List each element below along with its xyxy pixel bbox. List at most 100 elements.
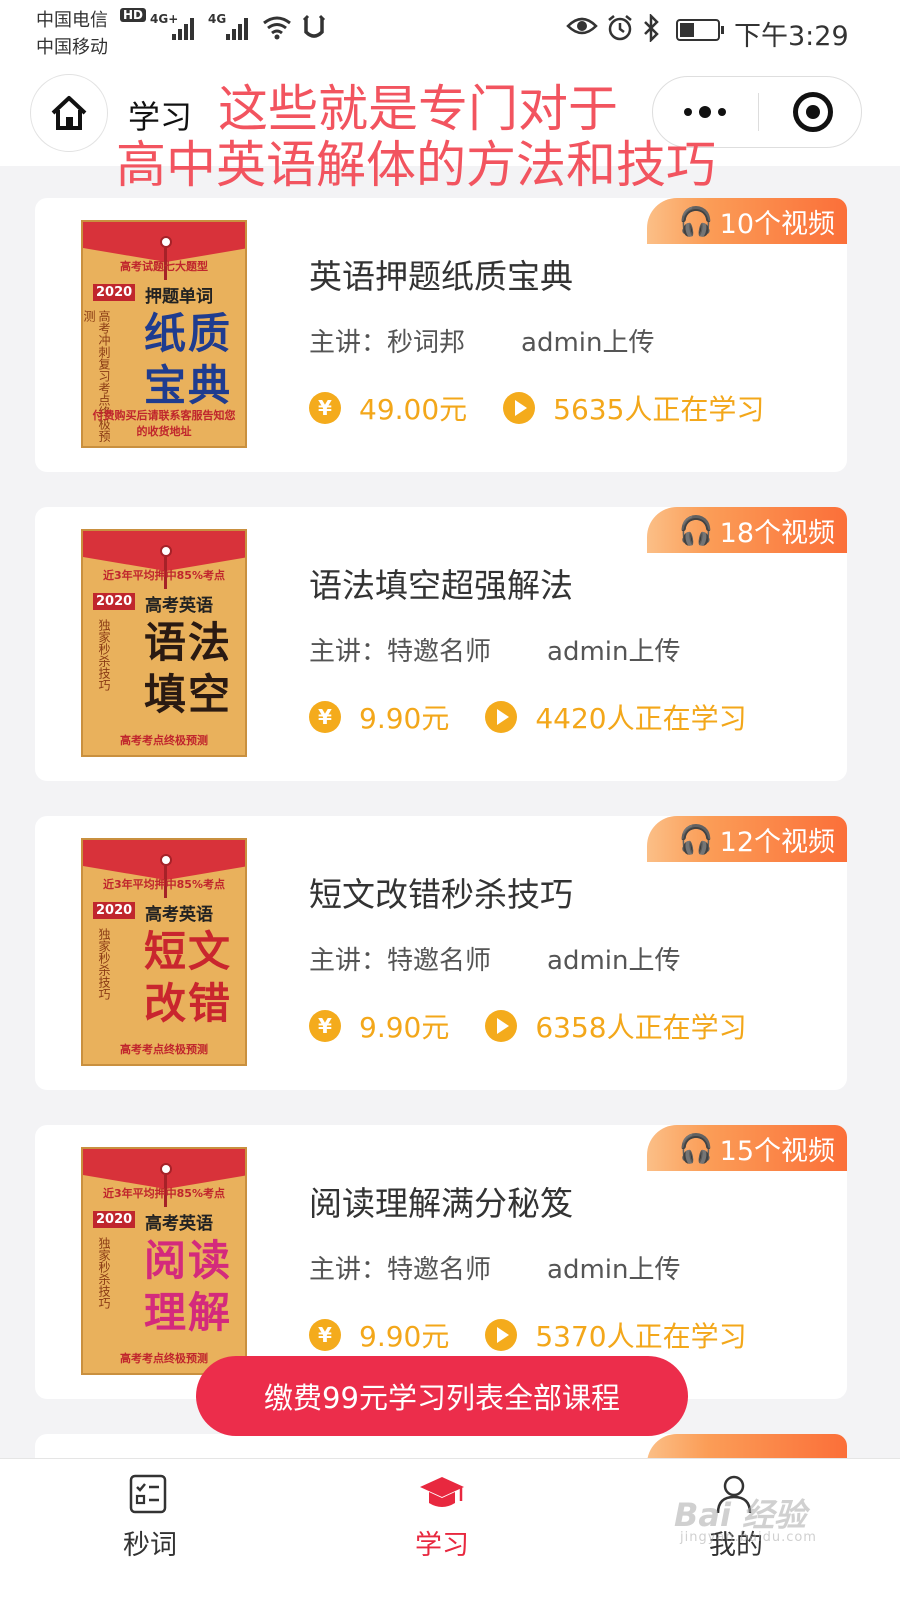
- video-count-badge: 🎧 18个视频: [647, 507, 847, 553]
- play-icon: [485, 1319, 518, 1351]
- course-learners: 5370人正在学习: [535, 1320, 747, 1353]
- cover-big-line: 纸质: [143, 309, 232, 358]
- video-count-badge: 🎧 12个视频: [647, 816, 847, 862]
- tab-label: 秒词: [123, 1530, 177, 1561]
- course-stats: ¥ 9.90元 5370人正在学习: [309, 1315, 747, 1355]
- pay-all-courses-button[interactable]: 缴费99元学习列表全部课程: [196, 1356, 688, 1436]
- course-cover-image[interactable]: 近3年平均押中85%考点 2020 高考英语 独家秒杀技巧 语法 填空 高考考点…: [81, 529, 247, 757]
- cover-subtitle: 高考英语: [145, 905, 213, 925]
- cover-vertical-text: 独家秒杀技巧: [97, 1237, 111, 1309]
- yen-icon: ¥: [309, 1010, 341, 1042]
- checklist-icon: [129, 1474, 167, 1514]
- annotation-line-1: 这些就是专门对于: [218, 80, 618, 138]
- cover-big-title: 短文 改错: [129, 926, 245, 1030]
- video-count: 18个视频: [719, 517, 835, 549]
- cover-big-title: 阅读 理解: [129, 1235, 245, 1339]
- cover-footer: 高考考点终极预测: [120, 734, 208, 747]
- course-stats: ¥ 49.00元 5635人正在学习: [309, 388, 764, 428]
- video-count: 15个视频: [719, 1135, 835, 1167]
- eye-icon: [566, 14, 598, 42]
- video-count: 10个视频: [719, 208, 835, 240]
- cover-big-title: 纸质 宝典: [129, 308, 245, 412]
- page-title: 学习: [128, 98, 193, 136]
- video-count: 12个视频: [719, 826, 835, 858]
- close-mini-program-button[interactable]: [793, 92, 833, 132]
- tab-miaoci[interactable]: 秒词: [0, 1459, 300, 1600]
- status-bar: 中国电信 中国移动 HD 4G+ 4G 下午3:29: [0, 0, 900, 62]
- cover-big-line: 理解: [143, 1288, 232, 1337]
- cover-year: 2020: [93, 1211, 136, 1228]
- play-icon: [485, 701, 518, 733]
- signal-icon: [172, 14, 194, 40]
- video-count-badge: 🎧 15个视频: [647, 1125, 847, 1171]
- course-cover-image[interactable]: 高考试题七大题型 2020 押题单词 高考冲刺复习考点终极预测 纸质 宝典 付费…: [81, 220, 247, 448]
- carrier-2: 中国移动: [36, 37, 108, 58]
- tab-study[interactable]: 学习: [292, 1459, 592, 1600]
- cover-year: 2020: [93, 284, 136, 301]
- course-title[interactable]: 语法填空超强解法: [309, 559, 573, 607]
- course-meta: 主讲：秒词邦 admin上传: [309, 322, 654, 359]
- course-stats: ¥ 9.90元 4420人正在学习: [309, 697, 747, 737]
- video-count-badge: 🎧 10个视频: [647, 198, 847, 244]
- signal-icon: [226, 14, 248, 40]
- cover-footer: 高考考点终极预测: [120, 1043, 208, 1056]
- annotation-line-2: 高中英语解体的方法和技巧: [116, 136, 716, 194]
- course-price: 49.00元: [359, 393, 468, 426]
- course-learners: 6358人正在学习: [535, 1011, 747, 1044]
- cover-big-title: 语法 填空: [129, 617, 245, 721]
- cover-year: 2020: [93, 593, 136, 610]
- course-card[interactable]: 🎧 18个视频 近3年平均押中85%考点 2020 高考英语 独家秒杀技巧 语法…: [35, 507, 847, 781]
- cover-big-line: 填空: [143, 670, 232, 719]
- course-price: 9.90元: [359, 1320, 450, 1353]
- course-uploader: admin上传: [547, 1255, 681, 1285]
- headphones-icon: 🎧: [678, 204, 714, 238]
- cover-year: 2020: [93, 902, 136, 919]
- course-title[interactable]: 英语押题纸质宝典: [309, 250, 573, 298]
- course-learners: 5635人正在学习: [553, 393, 765, 426]
- yen-icon: ¥: [309, 701, 341, 733]
- graduation-cap-icon: [420, 1477, 464, 1507]
- tab-label: 学习: [415, 1530, 469, 1561]
- course-learners: 4420人正在学习: [535, 702, 747, 735]
- course-uploader: admin上传: [521, 328, 655, 358]
- yen-icon: ¥: [309, 1319, 341, 1351]
- course-cover-image[interactable]: 近3年平均押中85%考点 2020 高考英语 独家秒杀技巧 阅读 理解 高考考点…: [81, 1147, 247, 1375]
- home-icon: [51, 96, 87, 130]
- cover-top-text: 近3年平均押中85%考点: [103, 569, 225, 582]
- course-price: 9.90元: [359, 702, 450, 735]
- course-uploader: admin上传: [547, 946, 681, 976]
- cover-top-text: 近3年平均押中85%考点: [103, 1187, 225, 1200]
- bluetooth-icon: [642, 12, 660, 46]
- network-type-2: 4G: [208, 12, 227, 26]
- yen-icon: ¥: [309, 392, 341, 424]
- course-meta: 主讲：特邀名师 admin上传: [309, 631, 680, 668]
- notification-icon: [302, 14, 326, 44]
- cover-vertical-text: 独家秒杀技巧: [97, 928, 111, 1000]
- course-card[interactable]: 🎧 10个视频 高考试题七大题型 2020 押题单词 高考冲刺复习考点终极预测 …: [35, 198, 847, 472]
- cover-vertical-text: 独家秒杀技巧: [97, 619, 111, 691]
- cover-big-line: 改错: [143, 979, 232, 1028]
- course-card[interactable]: 🎧 12个视频 近3年平均押中85%考点 2020 高考英语 独家秒杀技巧 短文…: [35, 816, 847, 1090]
- course-title[interactable]: 短文改错秒杀技巧: [309, 868, 573, 916]
- status-time: 下午3:29: [734, 21, 849, 52]
- cover-subtitle: 高考英语: [145, 1214, 213, 1234]
- cover-big-line: 语法: [143, 618, 232, 667]
- course-teacher: 主讲：特邀名师: [309, 1255, 492, 1285]
- home-button[interactable]: [30, 74, 108, 152]
- course-teacher: 主讲：特邀名师: [309, 946, 492, 976]
- hd-icon: HD: [120, 8, 147, 22]
- course-stats: ¥ 9.90元 6358人正在学习: [309, 1006, 747, 1046]
- course-cover-image[interactable]: 近3年平均押中85%考点 2020 高考英语 独家秒杀技巧 短文 改错 高考考点…: [81, 838, 247, 1066]
- battery-icon: [676, 19, 724, 41]
- cover-subtitle: 押题单词: [145, 287, 213, 307]
- course-meta: 主讲：特邀名师 admin上传: [309, 1249, 680, 1286]
- course-teacher: 主讲：秒词邦: [309, 328, 466, 358]
- cover-footer: 付费购买后请联系客服告知您的收货地址: [92, 409, 236, 438]
- carrier-1: 中国电信: [36, 10, 108, 31]
- course-teacher: 主讲：特邀名师: [309, 637, 492, 667]
- course-price: 9.90元: [359, 1011, 450, 1044]
- watermark-url: jingyan.baidu.com: [680, 1530, 817, 1545]
- cover-big-line: 阅读: [143, 1236, 232, 1285]
- course-title[interactable]: 阅读理解满分秘笈: [309, 1177, 573, 1225]
- cover-big-line: 宝典: [143, 361, 232, 410]
